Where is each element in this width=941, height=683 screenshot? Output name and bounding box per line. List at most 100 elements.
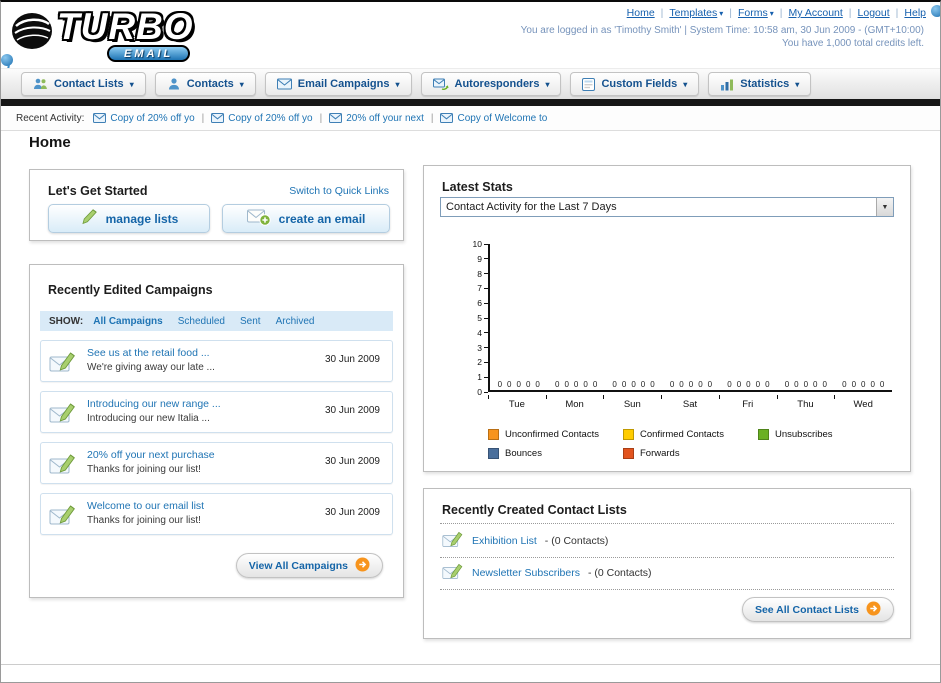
email-campaigns-icon (276, 78, 292, 90)
chart-value-labels: 00000 (835, 380, 892, 389)
value-label: 0 (698, 380, 703, 389)
recent-activity-label: Recent Activity: (16, 112, 85, 124)
recent-activity-item[interactable]: 20% off your next (329, 113, 424, 124)
y-axis-label: 7 (477, 283, 488, 293)
login-info: You are logged in as 'Timothy Smith' | S… (520, 25, 924, 36)
chart-groups: 00000000000000000000000000000000000 (490, 380, 892, 389)
value-label: 0 (861, 380, 866, 389)
value-label: 0 (555, 380, 560, 389)
stats-chart: 10 9 8 7 6 5 4 3 2 1 0 000000000000000000000000000… (462, 239, 896, 464)
contact-list-link[interactable]: Newsletter Subscribers (472, 567, 580, 579)
recent-activity-item[interactable]: Copy of Welcome to (440, 113, 547, 124)
link-separator: | (729, 7, 733, 19)
value-label: 0 (736, 380, 742, 389)
nav-tab-email-campaigns[interactable]: Email Campaigns ▾ (264, 72, 412, 96)
campaign-tab-scheduled[interactable]: Scheduled (178, 316, 225, 327)
nav-tab-custom-fields[interactable]: Custom Fields ▾ (570, 72, 700, 96)
caret-down-icon: ▾ (129, 79, 134, 89)
legend-swatch (488, 429, 499, 440)
recent-activity-item[interactable]: Copy of 20% off yo (211, 113, 313, 124)
campaign-date: 30 Jun 2009 (324, 456, 380, 467)
recent-activity-link[interactable]: Copy of Welcome to (457, 113, 547, 124)
see-all-contact-lists-button[interactable]: See All Contact Lists (741, 597, 894, 622)
value-label: 0 (746, 380, 751, 389)
value-label: 0 (879, 380, 885, 389)
y-axis-value: 5 (477, 313, 482, 323)
x-axis-label: Wed (834, 395, 892, 410)
dotted-divider (440, 557, 894, 558)
nav-tab-label: Contact Lists (54, 78, 124, 90)
chart-value-labels: 00000 (547, 380, 604, 389)
value-label: 0 (535, 380, 540, 389)
y-axis-label: 1 (477, 372, 488, 382)
activity-period-dropdown[interactable]: Contact Activity for the Last 7 Days ▼ (440, 197, 894, 217)
top-link-help[interactable]: Help (904, 7, 926, 19)
campaign-tab-all-campaigns[interactable]: All Campaigns (93, 316, 162, 327)
link-separator: | (895, 7, 899, 19)
create-email-label: create an email (278, 211, 366, 226)
chart-y-axis: 10 9 8 7 6 5 4 3 2 1 0 (462, 239, 488, 397)
autoresponders-icon (432, 78, 449, 91)
y-axis-value: 1 (477, 372, 482, 383)
value-label: 0 (784, 380, 790, 389)
campaign-list: See us at the retail food ... We're givin… (40, 340, 393, 544)
link-separator: | (779, 7, 783, 19)
y-axis-value: 0 (477, 387, 482, 397)
campaign-row: 20% off your next purchase Thanks for joi… (40, 442, 393, 484)
campaign-row: See us at the retail food ... We're givin… (40, 340, 393, 382)
contact-lists-panel: Recently Created Contact Lists Exhibitio… (423, 488, 911, 639)
nav-tab-label: Email Campaigns (297, 78, 390, 90)
manage-lists-button[interactable]: manage lists (48, 204, 210, 233)
top-link-templates[interactable]: Templates ▾ (669, 7, 723, 19)
top-link-home[interactable]: Home (627, 7, 655, 19)
value-label: 0 (650, 380, 655, 389)
see-all-contact-lists-label: See All Contact Lists (754, 603, 859, 616)
y-axis-value: 6 (477, 298, 482, 309)
chart-value-labels: 00000 (490, 380, 547, 389)
envelope-plus-icon (246, 208, 271, 229)
value-label: 0 (516, 380, 521, 389)
chart-plot: 00000000000000000000000000000000000 (488, 244, 892, 392)
recent-activity-link[interactable]: Copy of 20% off yo (110, 113, 194, 124)
nav-tab-label: Contacts (186, 78, 234, 90)
y-axis-value: 2 (477, 357, 482, 368)
top-link-my-account[interactable]: My Account (789, 7, 843, 19)
create-email-button[interactable]: create an email (222, 204, 390, 233)
legend-item-confirmed-contacts: Confirmed Contacts (623, 429, 758, 440)
manage-lists-label: manage lists (105, 211, 179, 226)
main-nav: Contact Lists ▾ Contacts ▾ Email Campaigns ▾ A… (1, 68, 940, 99)
y-axis-label: 9 (477, 254, 488, 264)
switch-to-quick-links[interactable]: Switch to Quick Links (289, 185, 389, 197)
top-link-forms[interactable]: Forms ▾ (738, 7, 774, 19)
pencil-envelope-icon (49, 503, 77, 532)
value-label: 0 (564, 380, 569, 389)
nav-tab-contact-lists[interactable]: Contact Lists ▾ (21, 72, 146, 96)
legend-swatch (623, 429, 634, 440)
pencil-envelope-small-icon (442, 562, 464, 584)
nav-tab-autoresponders[interactable]: Autoresponders ▾ (420, 72, 562, 96)
contact-list-count: - (0 Contacts) (587, 567, 652, 579)
nav-tab-statistics[interactable]: Statistics ▾ (708, 72, 812, 96)
caret-down-icon: ▾ (239, 79, 244, 89)
campaign-tab-archived[interactable]: Archived (276, 316, 315, 327)
recent-activity-link[interactable]: Copy of 20% off yo (228, 113, 312, 124)
page-title: Home (29, 134, 71, 151)
recent-activity-item[interactable]: Copy of 20% off yo (93, 113, 195, 124)
nav-tab-contacts[interactable]: Contacts ▾ (154, 72, 256, 96)
x-axis-label: Sat (661, 395, 719, 410)
nav-divider (1, 99, 940, 106)
value-label: 0 (822, 380, 827, 389)
view-all-campaigns-label: View All Campaigns (248, 559, 348, 572)
value-label: 0 (631, 380, 636, 389)
legend-swatch (488, 448, 499, 459)
panel-title: Let's Get Started (48, 184, 148, 198)
top-link-logout[interactable]: Logout (858, 7, 890, 19)
decoration-dot (931, 5, 940, 17)
recent-activity-link[interactable]: 20% off your next (346, 113, 424, 124)
contact-list-link[interactable]: Exhibition List (472, 535, 537, 547)
campaign-tab-sent[interactable]: Sent (240, 316, 261, 327)
chart-value-labels: 00000 (605, 380, 662, 389)
value-label: 0 (621, 380, 627, 389)
view-all-campaigns-button[interactable]: View All Campaigns (235, 553, 383, 578)
recent-activity-bar: Recent Activity: Copy of 20% off yo | Copy… (1, 106, 940, 131)
